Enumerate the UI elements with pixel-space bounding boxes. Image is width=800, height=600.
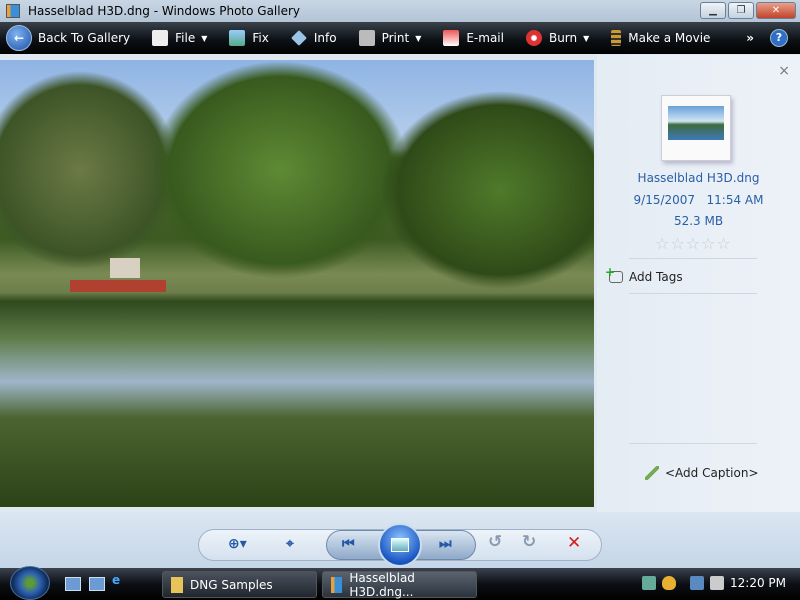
toolbar: ← Back To Gallery File ▼ Fix Info Print ▼ …	[0, 22, 800, 54]
divider	[629, 293, 757, 294]
window-title: Hasselblad H3D.dng - Windows Photo Galle…	[28, 4, 301, 18]
email-button[interactable]: E-mail	[443, 30, 504, 46]
add-caption-button[interactable]: <Add Caption>	[645, 466, 759, 480]
divider	[629, 443, 757, 444]
previous-button[interactable]: ⏮	[342, 536, 355, 552]
print-menu[interactable]: Print ▼	[358, 30, 422, 46]
add-tag-icon	[605, 265, 623, 283]
taskbar: e DNG Samples Hasselblad H3D.dng... 12:2…	[0, 566, 800, 600]
chevron-down-icon: ▼	[201, 33, 208, 43]
network-sync-icon[interactable]	[642, 576, 656, 590]
slide-show-button[interactable]	[378, 523, 422, 567]
pen-icon	[645, 466, 659, 480]
slideshow-icon	[391, 538, 409, 552]
time: 11:54 AM	[706, 193, 764, 207]
fix-icon	[229, 30, 246, 46]
back-arrow-icon[interactable]: ←	[6, 25, 32, 51]
file-icon	[152, 30, 169, 46]
file-menu[interactable]: File ▼	[152, 30, 207, 46]
fix-label: Fix	[252, 31, 269, 45]
maximize-button[interactable]: ❐	[728, 2, 754, 19]
more-commands-button[interactable]: »	[746, 31, 754, 45]
delete-button[interactable]: ✕	[567, 533, 581, 553]
clock[interactable]: 12:20 PM	[730, 576, 786, 590]
folder-icon	[171, 576, 183, 593]
movie-label: Make a Movie	[628, 31, 711, 45]
internet-explorer-icon[interactable]: e	[112, 573, 128, 587]
add-caption-label: <Add Caption>	[665, 466, 759, 480]
add-tags-button[interactable]: Add Tags	[605, 265, 683, 284]
taskbar-item-dng-samples[interactable]: DNG Samples	[162, 571, 317, 598]
email-icon	[443, 30, 460, 46]
print-label: Print	[381, 31, 410, 45]
switch-windows-icon[interactable]	[89, 577, 105, 591]
title-bar: Hasselblad H3D.dng - Windows Photo Galle…	[0, 0, 800, 22]
rotate-counterclockwise-button[interactable]: ↺	[488, 532, 502, 552]
back-label: Back To Gallery	[38, 31, 131, 45]
next-button[interactable]: ⏭	[439, 536, 452, 552]
photo-viewer-image[interactable]	[0, 60, 594, 507]
zoom-button[interactable]: ⊕▾	[228, 536, 247, 552]
burn-menu[interactable]: Burn ▼	[525, 30, 590, 46]
date-taken[interactable]: 9/15/2007 11:54 AM	[597, 193, 800, 207]
tag-icon	[290, 30, 307, 46]
file-size: 52.3 MB	[673, 214, 724, 228]
start-button[interactable]	[10, 566, 50, 600]
make-movie-button[interactable]: Make a Movie	[611, 30, 710, 46]
volume-muted-icon[interactable]	[710, 576, 724, 590]
system-tray: 12:20 PM	[642, 576, 786, 590]
help-button[interactable]: ?	[770, 29, 788, 47]
taskbar-item-photo-gallery[interactable]: Hasselblad H3D.dng...	[322, 570, 477, 599]
security-shield-icon[interactable]	[662, 576, 676, 590]
chevron-down-icon: ▼	[583, 33, 590, 43]
info-pane: × Hasselblad H3D.dng 9/15/2007 11:54 AM …	[597, 55, 800, 512]
chevron-down-icon: ▼	[415, 33, 422, 43]
close-info-pane-button[interactable]: ×	[778, 63, 790, 79]
filename[interactable]: Hasselblad H3D.dng	[597, 171, 800, 185]
email-label: E-mail	[466, 31, 504, 45]
printer-icon	[358, 30, 375, 46]
add-tags-label: Add Tags	[629, 270, 683, 284]
divider	[629, 258, 757, 259]
back-to-gallery-button[interactable]: Back To Gallery	[38, 31, 130, 45]
photo-gallery-icon	[6, 4, 20, 18]
network-icon[interactable]	[690, 576, 704, 590]
date: 9/15/2007	[633, 193, 696, 207]
file-thumbnail	[661, 95, 731, 161]
info-label: Info	[313, 31, 337, 45]
task-label: Hasselblad H3D.dng...	[349, 570, 415, 599]
show-desktop-icon[interactable]	[65, 577, 81, 591]
rating-stars[interactable]: ☆☆☆☆☆	[655, 234, 732, 253]
disc-icon	[525, 30, 542, 46]
task-label: DNG Samples	[190, 577, 273, 592]
playback-controls: ⊕▾ ⌖ ⏮ ⏭ ↺ ↻ ✕	[0, 512, 800, 568]
file-label: File	[175, 31, 196, 45]
info-button[interactable]: Info	[290, 30, 337, 46]
film-icon	[611, 30, 622, 46]
fix-button[interactable]: Fix	[229, 30, 269, 46]
photo-gallery-icon	[331, 576, 343, 593]
rotate-clockwise-button[interactable]: ↻	[522, 532, 536, 552]
close-button[interactable]: ✕	[756, 2, 796, 19]
minimize-button[interactable]: ▁	[700, 2, 726, 19]
burn-label: Burn	[548, 31, 578, 45]
actual-size-button[interactable]: ⌖	[286, 536, 294, 552]
